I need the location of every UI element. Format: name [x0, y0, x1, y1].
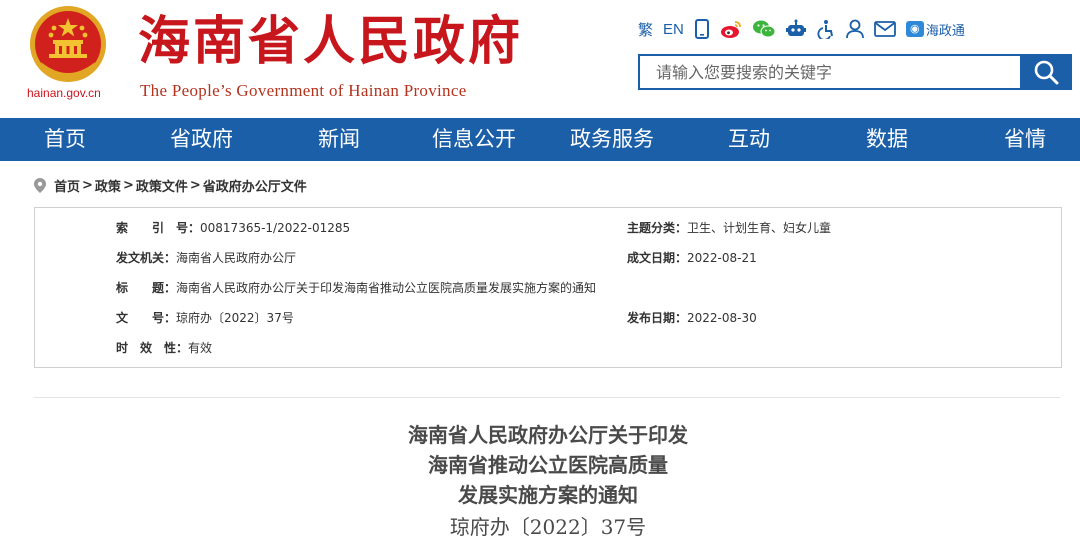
meta-issuer-label: 发文机关：	[116, 251, 177, 265]
nav-item-government[interactable]: 省政府	[170, 118, 233, 161]
meta-index-value: 00817365-1/2022-01285	[200, 221, 351, 235]
english-link[interactable]: EN	[663, 16, 684, 42]
document-title-line-2: 海南省推动公立医院高质量	[428, 453, 668, 477]
document-title-line-3: 发展实施方案的通知	[458, 483, 638, 507]
meta-validity: 时 效 性：有效	[116, 338, 212, 358]
meta-issuer-value: 海南省人民政府办公厅	[176, 251, 297, 265]
meta-validity-label: 时 效 性：	[116, 341, 189, 355]
document-title-line-1: 海南省人民政府办公厅关于印发	[408, 423, 688, 447]
meta-number-value: 琼府办〔2022〕37号	[176, 311, 294, 325]
national-emblem-logo[interactable]	[27, 4, 109, 86]
breadcrumb-office-files[interactable]: 省政府办公厅文件	[203, 176, 307, 195]
meta-index: 索 引 号：00817365-1/2022-01285	[116, 218, 350, 238]
meta-index-label: 索 引 号：	[116, 221, 201, 235]
search-bar	[638, 54, 1072, 90]
search-button[interactable]	[1020, 54, 1072, 90]
header-toolbar: 繁 EN ◉ 海政通	[638, 16, 975, 42]
breadcrumb: 首页 > 政策 > 政策文件 > 省政府办公厅文件	[34, 175, 307, 195]
nav-item-disclosure[interactable]: 信息公开	[432, 118, 516, 161]
meta-topic: 主题分类：卫生、计划生育、妇女儿童	[627, 218, 831, 238]
meta-created: 成文日期：2022-08-21	[627, 248, 757, 268]
wechat-icon[interactable]	[752, 16, 776, 42]
breadcrumb-separator: >	[122, 177, 134, 193]
meta-issuer: 发文机关：海南省人民政府办公厅	[116, 248, 296, 268]
main-nav: 首页 省政府 新闻 信息公开 政务服务 互动 数据 省情	[0, 118, 1080, 161]
robot-icon[interactable]	[785, 16, 806, 42]
search-input[interactable]	[638, 54, 1022, 90]
site-subtitle: The People’s Government of Hainan Provin…	[140, 81, 467, 100]
breadcrumb-separator: >	[189, 177, 201, 193]
nav-item-home[interactable]: 首页	[44, 118, 86, 161]
breadcrumb-home[interactable]: 首页	[54, 176, 80, 195]
location-pin-icon	[34, 177, 46, 193]
hainan-tong-icon: ◉	[905, 21, 924, 37]
meta-validity-value: 有效	[188, 341, 213, 355]
meta-created-value: 2022-08-21	[687, 251, 757, 265]
meta-title: 标 题：海南省人民政府办公厅关于印发海南省推动公立医院高质量发展实施方案的通知	[116, 278, 596, 298]
traditional-chinese-link[interactable]: 繁	[638, 16, 653, 42]
hainan-tong-label: 海政通	[925, 23, 965, 39]
meta-topic-value: 卫生、计划生育、妇女儿童	[687, 221, 832, 235]
meta-published: 发布日期：2022-08-30	[627, 308, 757, 328]
meta-published-value: 2022-08-30	[687, 311, 757, 325]
meta-topic-label: 主题分类：	[627, 221, 688, 235]
search-icon	[1034, 60, 1059, 85]
breadcrumb-separator: >	[82, 177, 93, 193]
meta-title-value: 海南省人民政府办公厅关于印发海南省推动公立医院高质量发展实施方案的通知	[176, 281, 597, 295]
breadcrumb-policy[interactable]: 政策	[95, 176, 121, 195]
accessibility-icon[interactable]	[816, 16, 836, 42]
document-metadata: 索 引 号：00817365-1/2022-01285 主题分类：卫生、计划生育…	[34, 207, 1062, 368]
meta-published-label: 发布日期：	[627, 311, 688, 325]
site-title[interactable]: 海南省人民政府	[138, 10, 523, 74]
nav-item-data[interactable]: 数据	[866, 118, 908, 161]
nav-item-province-info[interactable]: 省情	[1004, 118, 1046, 161]
meta-number: 文 号：琼府办〔2022〕37号	[116, 308, 294, 328]
meta-title-label: 标 题：	[116, 281, 177, 295]
meta-created-label: 成文日期：	[627, 251, 688, 265]
user-icon[interactable]	[845, 16, 864, 42]
nav-item-news[interactable]: 新闻	[318, 118, 360, 161]
breadcrumb-policy-files[interactable]: 政策文件	[136, 176, 188, 195]
english-label: EN	[663, 20, 684, 38]
site-header: hainan.gov.cn 海南省人民政府 The People’s Gover…	[0, 0, 1080, 118]
nav-item-services[interactable]: 政务服务	[570, 118, 654, 161]
nav-item-interaction[interactable]: 互动	[728, 118, 770, 161]
hainan-tong-link[interactable]: ◉ 海政通	[905, 16, 965, 42]
content-divider	[34, 397, 1060, 398]
traditional-label: 繁	[638, 21, 654, 39]
document-number: 琼府办〔2022〕37号	[449, 515, 647, 539]
meta-number-label: 文 号：	[116, 311, 177, 325]
mobile-icon[interactable]	[694, 16, 710, 42]
mail-icon[interactable]	[873, 16, 896, 42]
weibo-icon[interactable]	[720, 16, 742, 42]
site-domain: hainan.gov.cn	[27, 86, 101, 100]
